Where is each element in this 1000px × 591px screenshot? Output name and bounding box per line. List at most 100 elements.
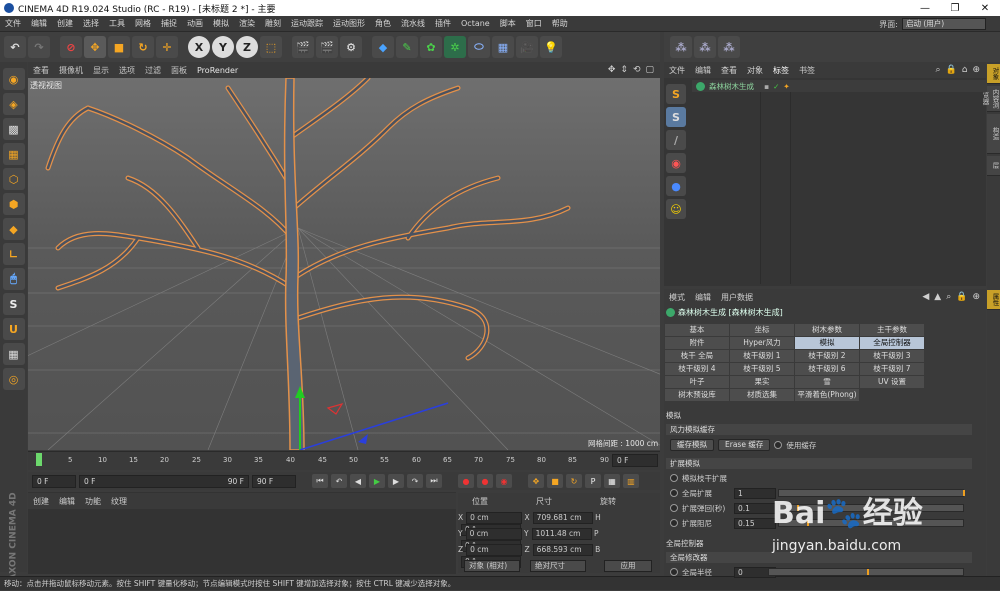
ext-damping-radio[interactable]: [670, 519, 678, 527]
enabled-check-icon[interactable]: ✓: [773, 82, 779, 91]
ext-bounce-field[interactable]: 0.1: [734, 502, 776, 514]
make-editable-icon[interactable]: ◉: [2, 68, 25, 90]
axis-mode-icon[interactable]: ∟: [2, 243, 25, 265]
material-menu-function[interactable]: 功能: [80, 496, 106, 507]
tab-tree-presets[interactable]: 树木预设库: [665, 389, 729, 401]
menu-render[interactable]: 渲染: [234, 18, 260, 29]
menu-mesh[interactable]: 网格: [130, 18, 156, 29]
tab-branch-global[interactable]: 枝干 全局: [665, 350, 729, 362]
x-axis-lock-button[interactable]: X: [188, 36, 210, 58]
key-param-icon[interactable]: P: [585, 474, 601, 488]
timeline-playhead[interactable]: [36, 453, 42, 466]
locked-workplane-icon[interactable]: ▦: [2, 343, 25, 365]
coordinate-mode-dropdown[interactable]: 对象 (相对): [464, 560, 520, 572]
size-z-field[interactable]: 668.593 cm: [532, 544, 593, 556]
viewport-menu-options[interactable]: 选项: [114, 65, 140, 76]
menu-file[interactable]: 文件: [0, 18, 26, 29]
close-button[interactable]: ✕: [970, 3, 1000, 14]
tab-leaves[interactable]: 叶子: [665, 376, 729, 388]
octane-live-viewer-icon[interactable]: ⁂: [670, 36, 692, 58]
global-radius-radio[interactable]: [670, 568, 678, 576]
prev-frame-icon[interactable]: ◀: [350, 474, 366, 488]
tab-coord[interactable]: 坐标: [730, 324, 794, 336]
edge-tab-content-browser[interactable]: 内容浏览器: [981, 86, 1000, 112]
apply-button[interactable]: 应用: [604, 560, 652, 572]
material-menu-create[interactable]: 创建: [28, 496, 54, 507]
attributes-menu-mode[interactable]: 模式: [664, 292, 690, 303]
key-position-icon[interactable]: ✥: [528, 474, 544, 488]
key-rotation-icon[interactable]: ↻: [566, 474, 582, 488]
cube-primitive-icon[interactable]: ◆: [372, 36, 394, 58]
bone-icon[interactable]: ∕: [666, 130, 686, 150]
size-x-field[interactable]: 709.681 cm: [532, 512, 593, 524]
tab-global-controller[interactable]: 全局控制器: [860, 337, 924, 349]
current-frame-field[interactable]: 0 F: [612, 454, 658, 467]
object-name[interactable]: 森林树木生成: [709, 81, 754, 92]
tab-simulation[interactable]: 模拟: [795, 337, 859, 349]
tweak-mode-icon[interactable]: 🖱: [2, 268, 25, 290]
group-extension-sim[interactable]: 扩展模拟: [666, 458, 972, 469]
pan-view-icon[interactable]: ✥: [608, 65, 616, 75]
points-mode-icon[interactable]: ⬡: [2, 168, 25, 190]
viewport-menu-cameras[interactable]: 摄像机: [54, 65, 88, 76]
menu-plugins[interactable]: 插件: [430, 18, 456, 29]
new-view-icon[interactable]: ⊕: [972, 65, 980, 75]
autokey-icon[interactable]: ●: [477, 474, 493, 488]
z-axis-lock-button[interactable]: Z: [236, 36, 258, 58]
scale-icon[interactable]: ■: [108, 36, 130, 58]
lock-icon[interactable]: 🔒: [946, 65, 957, 75]
tab-basic[interactable]: 基本: [665, 324, 729, 336]
objects-menu-view[interactable]: 查看: [716, 65, 742, 76]
tag-icon[interactable]: ✦: [783, 82, 789, 91]
position-z-field[interactable]: 0 cm: [466, 544, 523, 556]
live-select-icon[interactable]: ⊘: [60, 36, 82, 58]
erase-cache-button[interactable]: Erase 缓存: [718, 439, 771, 451]
coordinate-system-icon[interactable]: ⬚: [260, 36, 282, 58]
tab-phong[interactable]: 平滑着色(Phong): [795, 389, 859, 401]
viewport-menu-prorender[interactable]: ProRender: [192, 66, 243, 75]
toggle-view-icon[interactable]: ▢: [645, 65, 654, 75]
key-pla-icon[interactable]: ▦: [604, 474, 620, 488]
tab-snow[interactable]: 雪: [795, 376, 859, 388]
menu-animate[interactable]: 动画: [182, 18, 208, 29]
goto-start-icon[interactable]: ⏮: [312, 474, 328, 488]
menu-motion-tracking[interactable]: 运动跟踪: [286, 18, 328, 29]
next-frame-icon[interactable]: ▶: [388, 474, 404, 488]
ext-branch-radio[interactable]: [670, 474, 678, 482]
viewport-menu-view[interactable]: 查看: [28, 65, 54, 76]
floor-icon[interactable]: ▦: [492, 36, 514, 58]
menu-simulate[interactable]: 模拟: [208, 18, 234, 29]
octane-settings-icon[interactable]: ⁂: [694, 36, 716, 58]
start-frame-field[interactable]: 0 F: [32, 474, 76, 488]
viewport-menu-display[interactable]: 显示: [88, 65, 114, 76]
viewport-menu-panel[interactable]: 面板: [166, 65, 192, 76]
tab-attachment[interactable]: 附件: [665, 337, 729, 349]
polygons-mode-icon[interactable]: ◆: [2, 218, 25, 240]
record-active-icon[interactable]: ●: [458, 474, 474, 488]
global-ext-field[interactable]: 1: [734, 487, 776, 499]
zoom-view-icon[interactable]: ⇕: [620, 65, 628, 75]
keyframe-selection-icon[interactable]: ◉: [496, 474, 512, 488]
camera-icon[interactable]: 🎥: [516, 36, 538, 58]
attributes-menu-userdata[interactable]: 用户数据: [716, 292, 758, 303]
edge-tab-objects[interactable]: 对象: [987, 64, 1000, 84]
pen-spline-icon[interactable]: ✎: [396, 36, 418, 58]
menu-help[interactable]: 帮助: [547, 18, 573, 29]
menu-pipeline[interactable]: 流水线: [396, 18, 430, 29]
render-view-icon[interactable]: 🎬: [292, 36, 314, 58]
global-ext-radio[interactable]: [670, 489, 678, 497]
viewport-menu-filter[interactable]: 过滤: [140, 65, 166, 76]
model-mode-icon[interactable]: ◈: [2, 93, 25, 115]
tab-branch-level-6[interactable]: 枝干级别 6: [795, 363, 859, 375]
position-y-field[interactable]: 0 cm: [465, 528, 522, 540]
menu-sculpt[interactable]: 雕刻: [260, 18, 286, 29]
deformer-icon[interactable]: ⬭: [468, 36, 490, 58]
tab-fruit[interactable]: 果实: [730, 376, 794, 388]
object-manager[interactable]: [664, 78, 986, 286]
home-icon[interactable]: ⌂: [962, 65, 968, 75]
workplane-mode-icon[interactable]: ▦: [2, 143, 25, 165]
menu-snap[interactable]: 捕捉: [156, 18, 182, 29]
tab-trunk-params[interactable]: 主干参数: [860, 324, 924, 336]
group-wind-cache[interactable]: 风力模拟缓存: [666, 424, 972, 435]
objects-menu-tags[interactable]: 标签: [768, 65, 794, 76]
